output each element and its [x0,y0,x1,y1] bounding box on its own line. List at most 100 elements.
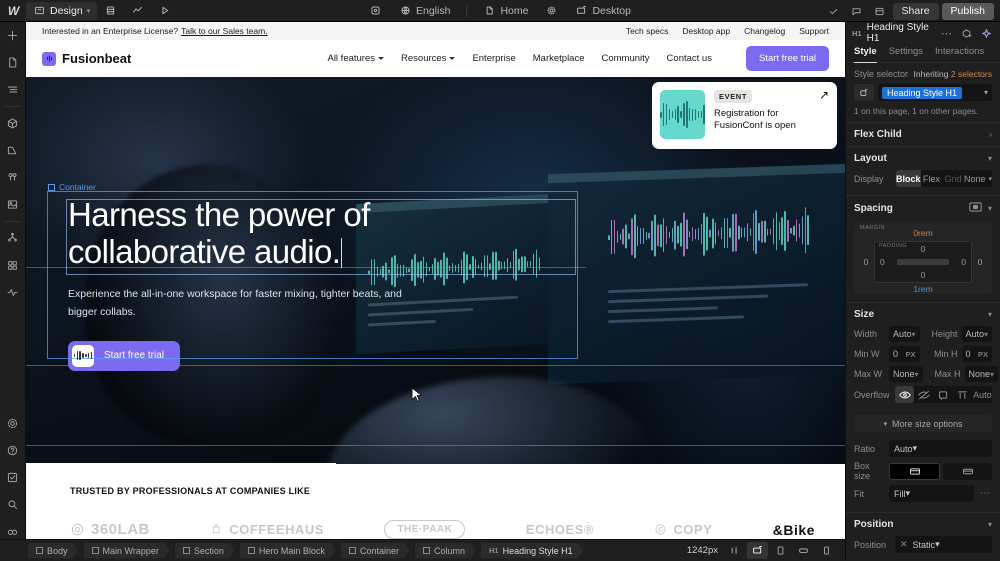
nav-link-all-features[interactable]: All features [327,53,384,64]
breadcrumb-item-container[interactable]: Container [341,543,410,559]
publish-button[interactable]: Publish [942,3,994,20]
chevron-right-icon[interactable]: › [989,130,992,139]
checkbox-icon[interactable] [0,464,26,491]
size-section-header[interactable]: Size ▾ [846,303,1000,326]
hero-content-container[interactable]: Container Harness the power of collabora… [48,197,578,371]
brand-logo[interactable]: Fusionbeat [42,51,131,66]
overflow-visible-icon[interactable] [895,386,914,403]
event-card[interactable]: EVENT Registration for FusionConf is ope… [652,82,837,149]
padding-right-value[interactable]: 0 [961,257,966,267]
display-option-none[interactable]: None ▾ [964,170,992,187]
max-width-input[interactable]: None ▾ [889,366,923,382]
components-icon[interactable] [0,110,26,137]
navigator-icon[interactable] [0,76,26,103]
breadcrumb-item-column[interactable]: Column [415,543,476,559]
margin-right-value[interactable]: 0 [972,257,988,267]
flex-child-section-header[interactable]: Flex Child › [846,123,1000,146]
hero-heading[interactable]: Harness the power of collaborative audio… [48,197,578,271]
audit-icon[interactable] [0,279,26,306]
preview-button[interactable] [151,2,178,20]
panel-icon[interactable] [870,2,890,20]
utility-link-desktop-app[interactable]: Desktop app [682,26,730,36]
localization-button[interactable] [362,2,389,20]
hero-section[interactable]: EVENT Registration for FusionConf is ope… [26,77,845,464]
layout-section-header[interactable]: Layout ▾ [846,147,1000,170]
add-component-icon[interactable] [959,26,974,41]
tab-settings[interactable]: Settings [889,46,923,62]
chevron-down-icon[interactable]: ▾ [988,310,992,319]
display-option-block[interactable]: Block [896,170,921,187]
variables-icon[interactable] [0,137,26,164]
inheriting-count[interactable]: 2 selectors [951,69,992,79]
trusted-section[interactable]: TRUSTED BY PROFESSIONALS AT COMPANIES LI… [26,464,845,539]
spacing-mode-icon[interactable] [969,202,982,214]
style-selector-field[interactable]: Heading Style H1 ▾ [878,84,992,101]
padding-top-value[interactable]: 0 [921,244,926,254]
ratio-input[interactable]: Auto ▾ [889,440,992,457]
nav-cta-button[interactable]: Start free trial [746,46,829,71]
breadcrumb-item-hero-main-block[interactable]: Hero Main Block [240,543,336,559]
more-icon[interactable]: ⋯ [978,488,992,499]
breadcrumb-item-section[interactable]: Section [175,543,235,559]
device-tablet-icon[interactable] [770,542,791,559]
analytics-button[interactable] [124,2,151,20]
padding-left-value[interactable]: 0 [880,257,885,267]
page-button[interactable]: Home [476,2,535,20]
style-selector-chip[interactable]: Heading Style H1 [882,87,962,99]
webflow-logo-icon[interactable]: W [0,0,26,22]
settings-gear-icon[interactable] [0,410,26,437]
padding-box[interactable]: PADDING 0 0 0 0 [874,241,972,283]
chevron-down-icon[interactable]: ▾ [988,520,992,529]
ai-sparkle-icon[interactable] [979,26,994,41]
breadcrumb-item-body[interactable]: Body [28,543,79,559]
utility-link-changelog[interactable]: Changelog [744,26,785,36]
nav-link-marketplace[interactable]: Marketplace [533,53,585,64]
padding-bottom-value[interactable]: 0 [921,270,926,280]
margin-bottom-value[interactable]: 1rem [858,284,988,294]
nav-link-enterprise[interactable]: Enterprise [472,53,515,64]
more-size-options-button[interactable]: ▾ More size options [854,415,992,432]
device-mobile-landscape-icon[interactable] [793,542,814,559]
overflow-auto-option[interactable]: Auto [973,386,992,403]
language-button[interactable]: English [392,2,457,20]
add-panel-icon[interactable] [0,22,26,49]
sales-link[interactable]: Talk to our Sales team. [181,26,267,36]
display-option-grid[interactable]: Grid [942,170,964,187]
arrow-up-right-icon[interactable]: ↗ [819,89,829,101]
hero-cta-button[interactable]: Start free trial [68,341,180,371]
device-mobile-portrait-icon[interactable] [816,542,837,559]
share-button[interactable]: Share [893,3,939,20]
max-height-input[interactable]: None ▾ [965,366,999,382]
help-icon[interactable] [0,437,26,464]
fit-input[interactable]: Fill ▾ [889,485,974,502]
tab-interactions[interactable]: Interactions [935,46,984,62]
spacing-widget[interactable]: MARGIN 0rem 0 PADDING 0 0 0 0 0 1rem [854,222,992,294]
logic-icon[interactable] [0,164,26,191]
breakpoint-button[interactable]: Desktop [568,2,638,20]
breadcrumb-item-heading-style-h1[interactable]: H1 Heading Style H1 [481,543,584,559]
overflow-hidden-icon[interactable] [914,386,933,403]
assets-icon[interactable] [0,191,26,218]
resize-handle-icon[interactable] [724,542,745,559]
interactions-icon[interactable] [0,225,26,252]
chevron-down-icon[interactable]: ▾ [988,204,992,213]
utility-link-support[interactable]: Support [799,26,829,36]
announcement-bar[interactable]: Interested in an Enterprise License? Tal… [26,22,845,40]
chevron-down-icon[interactable]: ▾ [984,88,988,97]
overflow-scroll-icon[interactable] [934,386,953,403]
device-desktop-icon[interactable] [747,542,768,559]
comment-icon[interactable] [847,2,867,20]
content-box-icon[interactable] [889,463,940,480]
min-width-input[interactable]: 0 PX [889,346,920,362]
chevron-down-icon[interactable]: ▾ [988,154,992,163]
search-icon[interactable] [0,491,26,518]
width-input[interactable]: Auto ▾ [889,326,920,342]
nav-link-community[interactable]: Community [602,53,650,64]
overflow-clip-icon[interactable] [953,386,972,403]
position-section-header[interactable]: Position ▾ [846,513,1000,536]
check-icon[interactable] [824,2,844,20]
more-icon[interactable]: ⋯ [939,26,954,41]
display-option-flex[interactable]: Flex [921,170,943,187]
spacing-section-header[interactable]: Spacing ▾ [846,196,1000,220]
breadcrumb-item-main-wrapper[interactable]: Main Wrapper [84,543,170,559]
